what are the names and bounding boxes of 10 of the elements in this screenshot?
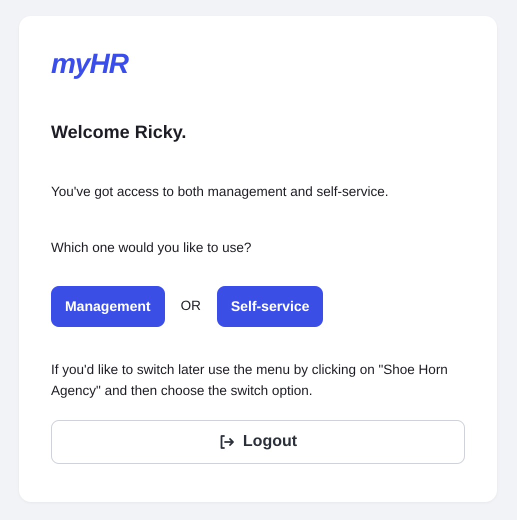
logout-icon (218, 434, 235, 450)
access-text: You've got access to both management and self-service. (51, 183, 390, 201)
or-separator: OR (180, 296, 201, 315)
choice-button[interactable]: Management (51, 286, 165, 326)
question-text: Which one would you like to use? (51, 239, 252, 258)
logo: myHR (51, 48, 128, 80)
switch-hint-text: If you'd like to switch later use the menu by clicking on "Shoe Horn Agency" and then choose the switch option. (51, 360, 449, 400)
welcome-heading: Welcome Ricky. (51, 121, 188, 144)
logout-button[interactable]: Logout (51, 420, 465, 464)
choice-button[interactable]: Self-service (216, 286, 324, 326)
